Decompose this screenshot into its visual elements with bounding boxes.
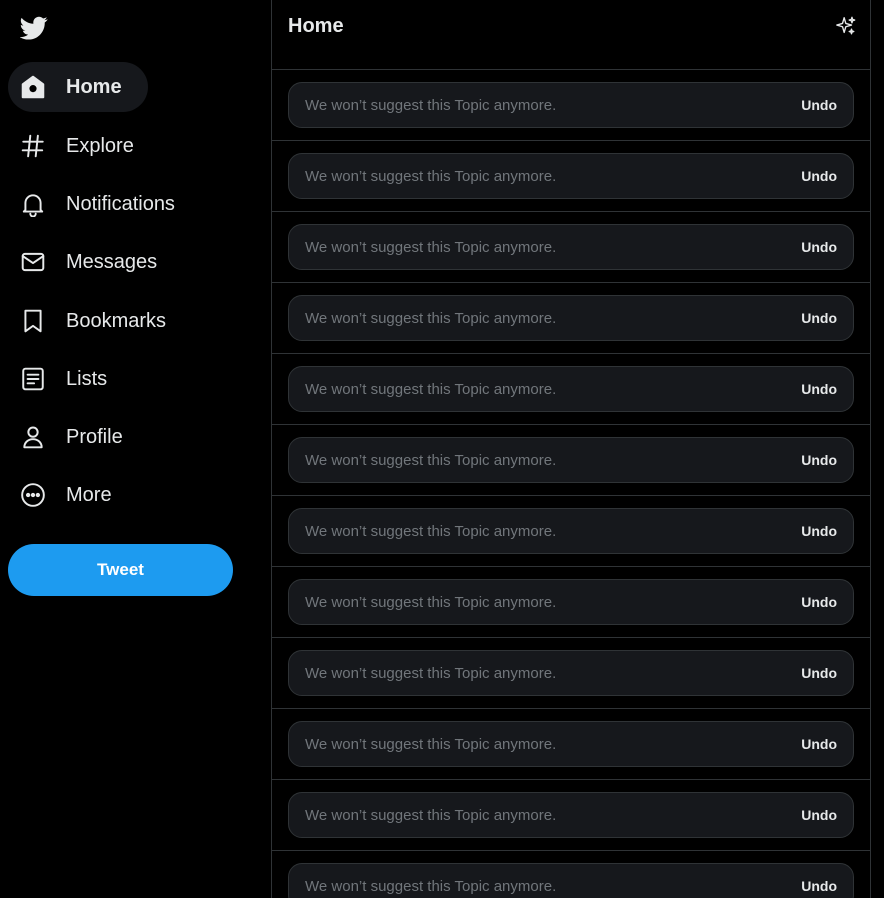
- undo-button[interactable]: Undo: [801, 594, 837, 610]
- twitter-bird-icon: [20, 16, 48, 40]
- nav-label-home: Home: [66, 75, 122, 98]
- undo-button[interactable]: Undo: [801, 523, 837, 539]
- feed-item: We won’t suggest this Topic anymore. Undo: [272, 70, 870, 141]
- topic-dismissed-notice: We won’t suggest this Topic anymore. Undo: [288, 863, 854, 898]
- notice-text: We won’t suggest this Topic anymore.: [305, 593, 557, 611]
- undo-button[interactable]: Undo: [801, 878, 837, 894]
- notice-text: We won’t suggest this Topic anymore.: [305, 238, 557, 256]
- undo-button[interactable]: Undo: [801, 807, 837, 823]
- nav-label-more: More: [66, 483, 112, 506]
- top-tweets-button[interactable]: [832, 12, 860, 40]
- feed-item: We won’t suggest this Topic anymore. Undo: [272, 567, 870, 638]
- nav-item-bookmarks[interactable]: Bookmarks: [8, 296, 192, 346]
- topic-dismissed-notice: We won’t suggest this Topic anymore. Undo: [288, 579, 854, 625]
- nav-item-more[interactable]: More: [8, 470, 138, 520]
- nav-label-notifications: Notifications: [66, 192, 175, 215]
- feed-item: We won’t suggest this Topic anymore. Undo: [272, 496, 870, 567]
- notice-text: We won’t suggest this Topic anymore.: [305, 664, 557, 682]
- notice-text: We won’t suggest this Topic anymore.: [305, 167, 557, 185]
- nav-label-lists: Lists: [66, 367, 108, 390]
- notice-text: We won’t suggest this Topic anymore.: [305, 877, 557, 895]
- bell-icon: [20, 191, 46, 217]
- feed-item: We won’t suggest this Topic anymore. Undo: [272, 283, 870, 354]
- undo-button[interactable]: Undo: [801, 168, 837, 184]
- topic-dismissed-notice: We won’t suggest this Topic anymore. Undo: [288, 650, 854, 696]
- hashtag-icon: [20, 133, 46, 159]
- feed-item: We won’t suggest this Topic anymore. Undo: [272, 851, 870, 898]
- topic-dismissed-notice: We won’t suggest this Topic anymore. Undo: [288, 366, 854, 412]
- page-title: Home: [288, 15, 344, 37]
- sparkle-icon: [836, 16, 856, 35]
- undo-button[interactable]: Undo: [801, 736, 837, 752]
- feed-item: We won’t suggest this Topic anymore. Undo: [272, 212, 870, 283]
- timeline-feed: We won’t suggest this Topic anymore. Undo…: [272, 70, 870, 898]
- topic-dismissed-notice: We won’t suggest this Topic anymore. Undo: [288, 153, 854, 199]
- envelope-icon: [20, 249, 46, 275]
- nav-label-profile: Profile: [66, 425, 123, 448]
- twitter-logo[interactable]: [14, 8, 54, 48]
- notice-text: We won’t suggest this Topic anymore.: [305, 380, 557, 398]
- main-column: Home We won’t suggest this Topic anymore…: [271, 0, 871, 898]
- undo-button[interactable]: Undo: [801, 381, 837, 397]
- undo-button[interactable]: Undo: [801, 239, 837, 255]
- nav-item-messages[interactable]: Messages: [8, 237, 183, 287]
- feed-item: We won’t suggest this Topic anymore. Undo: [272, 354, 870, 425]
- list-icon: [20, 366, 46, 392]
- nav-item-lists[interactable]: Lists: [8, 354, 133, 404]
- nav-item-explore[interactable]: Explore: [8, 121, 160, 171]
- feed-item: We won’t suggest this Topic anymore. Undo: [272, 709, 870, 780]
- topic-dismissed-notice: We won’t suggest this Topic anymore. Undo: [288, 295, 854, 341]
- nav-label-bookmarks: Bookmarks: [66, 309, 167, 332]
- undo-button[interactable]: Undo: [801, 310, 837, 326]
- tweet-button[interactable]: Tweet: [8, 544, 233, 596]
- bookmark-icon: [20, 308, 46, 334]
- topic-dismissed-notice: We won’t suggest this Topic anymore. Undo: [288, 82, 854, 128]
- notice-text: We won’t suggest this Topic anymore.: [305, 309, 557, 327]
- more-circle-icon: [20, 482, 46, 508]
- topic-dismissed-notice: We won’t suggest this Topic anymore. Undo: [288, 224, 854, 270]
- feed-item: We won’t suggest this Topic anymore. Undo: [272, 425, 870, 496]
- notice-text: We won’t suggest this Topic anymore.: [305, 735, 557, 753]
- nav-item-profile[interactable]: Profile: [8, 412, 149, 462]
- person-icon: [20, 424, 46, 450]
- sidebar: Home Explore Notifications Messages Book: [0, 0, 271, 898]
- nav-label-messages: Messages: [66, 250, 158, 273]
- nav-item-home[interactable]: Home: [8, 62, 148, 112]
- nav-item-notifications[interactable]: Notifications: [8, 179, 201, 229]
- notice-text: We won’t suggest this Topic anymore.: [305, 806, 557, 824]
- undo-button[interactable]: Undo: [801, 665, 837, 681]
- nav-label-explore: Explore: [66, 134, 134, 157]
- feed-item: We won’t suggest this Topic anymore. Undo: [272, 141, 870, 212]
- topic-dismissed-notice: We won’t suggest this Topic anymore. Undo: [288, 508, 854, 554]
- feed-item: We won’t suggest this Topic anymore. Undo: [272, 780, 870, 851]
- home-icon: [20, 74, 46, 100]
- notice-text: We won’t suggest this Topic anymore.: [305, 96, 557, 114]
- notice-text: We won’t suggest this Topic anymore.: [305, 522, 557, 540]
- undo-button[interactable]: Undo: [801, 452, 837, 468]
- notice-text: We won’t suggest this Topic anymore.: [305, 451, 557, 469]
- feed-item: We won’t suggest this Topic anymore. Undo: [272, 638, 870, 709]
- topic-dismissed-notice: We won’t suggest this Topic anymore. Undo: [288, 721, 854, 767]
- timeline-header: Home: [272, 0, 870, 70]
- topic-dismissed-notice: We won’t suggest this Topic anymore. Undo: [288, 437, 854, 483]
- undo-button[interactable]: Undo: [801, 97, 837, 113]
- topic-dismissed-notice: We won’t suggest this Topic anymore. Undo: [288, 792, 854, 838]
